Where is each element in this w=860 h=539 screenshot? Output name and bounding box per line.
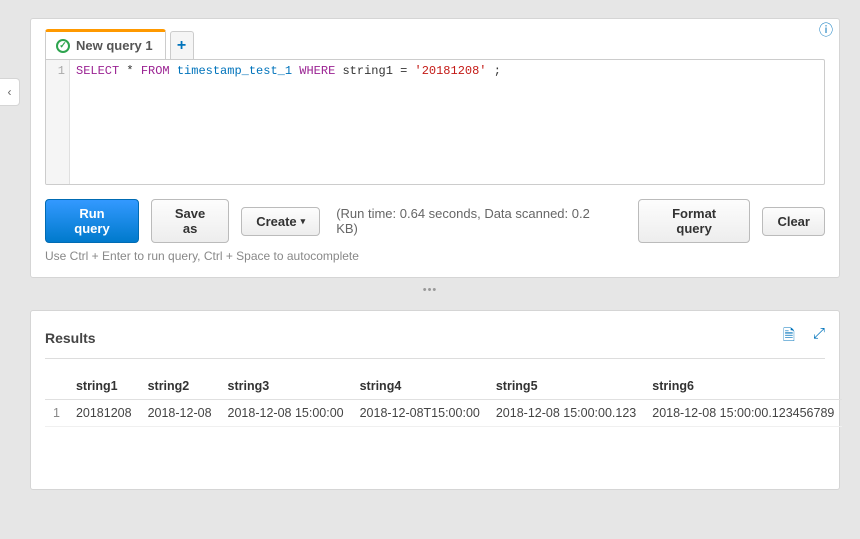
cell: 2018-12-08 15:00:00.123456789 [644,400,842,427]
sql-identifier: timestamp_test_1 [170,64,300,78]
save-as-button[interactable]: Save as [151,199,229,243]
cell: 2018-12-08 15:00:00.123 [488,400,644,427]
create-button[interactable]: Create ▾ [241,207,320,236]
table-header-row: string1 string2 string3 string4 string5 … [45,373,842,400]
col-rownum [45,373,68,400]
cell: 20181208 [68,400,140,427]
create-label: Create [256,214,296,229]
run-info-text: (Run time: 0.64 seconds, Data scanned: 0… [336,206,614,236]
expand-results-icon[interactable]: ⤢ [813,325,825,350]
results-panel: Results 🗎 ⤢ string1 string2 string3 stri… [30,310,840,490]
editor-hint: Use Ctrl + Enter to run query, Ctrl + Sp… [31,249,839,263]
query-panel: ⓘ ✓ New query 1 + 1 SELECT * FROM timest… [30,18,840,278]
query-tabs: ✓ New query 1 + [31,19,839,59]
chevron-down-icon: ▾ [301,216,306,227]
run-query-button[interactable]: Run query [45,199,139,243]
results-title: Results [45,330,96,346]
sql-text: * [119,64,141,78]
line-number: 1 [46,64,65,78]
query-toolbar: Run query Save as Create ▾ (Run time: 0.… [31,185,839,249]
panel-splitter[interactable]: ••• [0,284,860,296]
sql-keyword: WHERE [299,64,335,78]
sql-keyword: FROM [141,64,170,78]
sql-keyword: SELECT [76,64,119,78]
results-table: string1 string2 string3 string4 string5 … [45,373,842,427]
cell: 2018-12-08T15:00:00 [352,400,488,427]
format-query-button[interactable]: Format query [638,199,751,243]
editor-gutter: 1 [46,60,70,184]
results-header: Results 🗎 ⤢ [45,325,825,350]
tab-new-query-1[interactable]: ✓ New query 1 [45,29,166,59]
sql-text: ; [487,64,501,78]
info-icon[interactable]: ⓘ [819,23,833,37]
tab-label: New query 1 [76,38,153,53]
col-string4: string4 [352,373,488,400]
status-ok-icon: ✓ [56,39,70,53]
table-row: 1 20181208 2018-12-08 2018-12-08 15:00:0… [45,400,842,427]
col-string6: string6 [644,373,842,400]
cell: 2018-12-08 15:00:00 [220,400,352,427]
cell: 2018-12-08 [140,400,220,427]
col-string5: string5 [488,373,644,400]
sql-text: string1 = [335,64,414,78]
col-string3: string3 [220,373,352,400]
clear-button[interactable]: Clear [762,207,825,236]
col-string2: string2 [140,373,220,400]
add-tab-button[interactable]: + [170,31,194,59]
col-string1: string1 [68,373,140,400]
sql-string: '20181208' [415,64,487,78]
download-results-icon[interactable]: 🗎 [783,325,795,350]
sql-editor[interactable]: 1 SELECT * FROM timestamp_test_1 WHERE s… [45,59,825,185]
divider [45,358,825,359]
cell-rownum: 1 [45,400,68,427]
sidebar-collapse-toggle[interactable]: ‹ [0,78,20,106]
editor-content[interactable]: SELECT * FROM timestamp_test_1 WHERE str… [70,60,824,184]
